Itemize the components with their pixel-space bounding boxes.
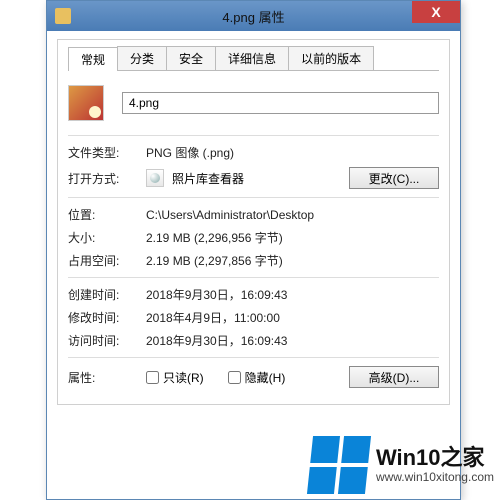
row-file-type: 文件类型: PNG 图像 (.png) (68, 144, 439, 161)
separator (68, 277, 439, 278)
label-open-with: 打开方式: (68, 170, 146, 187)
label-location: 位置: (68, 206, 146, 223)
separator (68, 357, 439, 358)
value-size-on-disk: 2.19 MB (2,297,856 字节) (146, 252, 439, 269)
label-size-on-disk: 占用空间: (68, 252, 146, 269)
label-accessed: 访问时间: (68, 332, 146, 349)
hidden-label: 隐藏(H) (245, 369, 286, 386)
readonly-checkbox-wrap[interactable]: 只读(R) (146, 369, 204, 386)
photo-viewer-icon (146, 169, 164, 187)
label-created: 创建时间: (68, 286, 146, 303)
filename-input[interactable] (122, 92, 439, 114)
tab-strip: 常规 分类 安全 详细信息 以前的版本 (68, 46, 439, 71)
close-icon: X (431, 4, 440, 20)
value-created: 2018年9月30日，16:09:43 (146, 286, 439, 303)
row-created: 创建时间: 2018年9月30日，16:09:43 (68, 286, 439, 303)
hidden-checkbox[interactable] (228, 371, 241, 384)
tab-categories[interactable]: 分类 (117, 46, 167, 70)
row-open-with: 打开方式: 照片库查看器 更改(C)... (68, 167, 439, 189)
tab-details[interactable]: 详细信息 (215, 46, 289, 70)
advanced-button[interactable]: 高级(D)... (349, 366, 439, 388)
separator (68, 197, 439, 198)
titlebar[interactable]: 4.png 属性 X (47, 1, 460, 31)
separator (68, 135, 439, 136)
label-attributes: 属性: (68, 369, 146, 386)
value-file-type: PNG 图像 (.png) (146, 144, 439, 161)
file-name-row (68, 85, 439, 121)
row-accessed: 访问时间: 2018年9月30日，16:09:43 (68, 332, 439, 349)
value-open-with: 照片库查看器 (172, 170, 244, 187)
row-size: 大小: 2.19 MB (2,296,956 字节) (68, 229, 439, 246)
window-title: 4.png 属性 (47, 7, 460, 26)
file-preview-icon (68, 85, 104, 121)
readonly-label: 只读(R) (163, 369, 204, 386)
value-accessed: 2018年9月30日，16:09:43 (146, 332, 439, 349)
row-location: 位置: C:\Users\Administrator\Desktop (68, 206, 439, 223)
row-modified: 修改时间: 2018年4月9日，11:00:00 (68, 309, 439, 326)
close-button[interactable]: X (412, 1, 460, 23)
label-file-type: 文件类型: (68, 144, 146, 161)
row-attributes: 属性: 只读(R) 隐藏(H) 高级(D)... (68, 366, 439, 388)
readonly-checkbox[interactable] (146, 371, 159, 384)
value-location: C:\Users\Administrator\Desktop (146, 208, 439, 222)
value-size: 2.19 MB (2,296,956 字节) (146, 229, 439, 246)
change-button[interactable]: 更改(C)... (349, 167, 439, 189)
label-modified: 修改时间: (68, 309, 146, 326)
label-size: 大小: (68, 229, 146, 246)
hidden-checkbox-wrap[interactable]: 隐藏(H) (228, 369, 286, 386)
properties-window: 4.png 属性 X 常规 分类 安全 详细信息 以前的版本 文件类型: PNG… (46, 0, 461, 500)
tab-previous-versions[interactable]: 以前的版本 (288, 46, 374, 70)
value-modified: 2018年4月9日，11:00:00 (146, 309, 439, 326)
dialog-body: 常规 分类 安全 详细信息 以前的版本 文件类型: PNG 图像 (.png) … (57, 39, 450, 405)
tab-security[interactable]: 安全 (166, 46, 216, 70)
row-size-on-disk: 占用空间: 2.19 MB (2,297,856 字节) (68, 252, 439, 269)
tab-general[interactable]: 常规 (68, 47, 118, 71)
